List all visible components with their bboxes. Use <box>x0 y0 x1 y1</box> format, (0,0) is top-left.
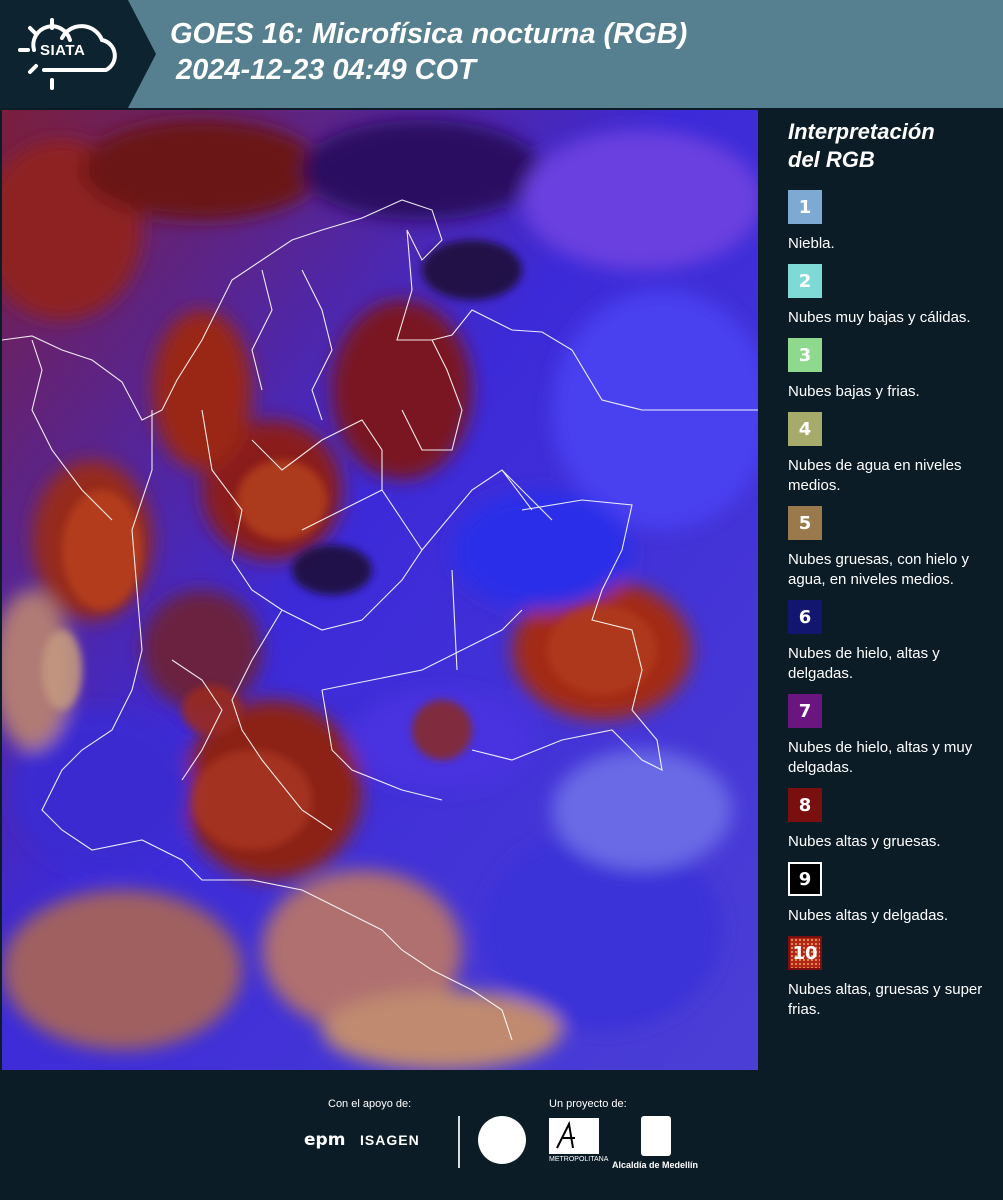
legend-item-7: 7 Nubes de hielo, altas y muy delgadas. <box>788 694 995 778</box>
legend-swatch-3: 3 <box>788 338 822 372</box>
isagen-logo: ISAGEN <box>360 1132 420 1148</box>
legend-label-10: Nubes altas, gruesas y super frias. <box>788 981 983 1018</box>
legend-swatch-10: 10 <box>788 936 822 970</box>
title-line-1: GOES 16: Microfísica nocturna (RGB) <box>170 18 688 50</box>
legend-swatch-7: 7 <box>788 694 822 728</box>
legend-swatch-4: 4 <box>788 412 822 446</box>
legend-label-2: Nubes muy bajas y cálidas. <box>788 309 971 326</box>
legend-item-9: 9 Nubes altas y delgadas. <box>788 862 995 926</box>
legend-items: 1 Niebla. 2 Nubes muy bajas y cálidas. 3 Nube… <box>770 190 995 1020</box>
legend-swatch-9: 9 <box>788 862 822 896</box>
legend-label-7: Nubes de hielo, altas y muy delgadas. <box>788 739 973 776</box>
legend-label-1: Niebla. <box>788 235 835 252</box>
legend-swatch-6: 6 <box>788 600 822 634</box>
legend-title-line-2: del RGB <box>788 147 875 172</box>
satellite-map[interactable] <box>2 110 758 1070</box>
support-label: Con el apoyo de: <box>328 1098 412 1110</box>
legend-item-8: 8 Nubes altas y gruesas. <box>788 788 995 852</box>
legend-item-10: 10 Nubes altas, gruesas y super frias. <box>788 936 995 1020</box>
legend-label-3: Nubes bajas y frias. <box>788 383 920 400</box>
legend-title-line-1: Interpretación <box>788 119 935 144</box>
legend-swatch-5: 5 <box>788 506 822 540</box>
legend-item-5: 5 Nubes gruesas, con hielo y agua, en niv… <box>788 506 995 590</box>
legend-item-2: 2 Nubes muy bajas y cálidas. <box>788 264 995 328</box>
legend-item-3: 3 Nubes bajas y frias. <box>788 338 995 402</box>
legend-label-4: Nubes de agua en niveles medios. <box>788 457 962 494</box>
legend-swatch-2: 2 <box>788 264 822 298</box>
footer: Con el apoyo de: epm ISAGEN Un proyecto … <box>0 1072 1003 1200</box>
logo-text: SIATA <box>40 42 86 59</box>
satellite-image <box>2 110 758 1070</box>
legend-label-9: Nubes altas y delgadas. <box>788 907 949 924</box>
legend-swatch-1: 1 <box>788 190 822 224</box>
logo-arrow <box>128 0 156 108</box>
alcaldia-text: Alcaldía de Medellín <box>612 1160 699 1170</box>
legend-label-5: Nubes gruesas, con hielo y agua, en nive… <box>788 551 969 588</box>
footer-divider <box>458 1116 460 1168</box>
project-label: Un proyecto de: <box>549 1098 627 1110</box>
alcaldia-shield-icon <box>641 1116 671 1156</box>
epm-logo: epm <box>304 1130 346 1150</box>
legend-item-6: 6 Nubes de hielo, altas y delgadas. <box>788 600 995 684</box>
legend-label-8: Nubes altas y gruesas. <box>788 833 941 850</box>
area-text: METROPOLITANA <box>549 1156 609 1163</box>
page-title: GOES 16: Microfísica nocturna (RGB) 2024… <box>170 16 687 88</box>
title-line-2: 2024-12-23 04:49 COT <box>176 54 476 86</box>
legend: Interpretación del RGB 1 Niebla. 2 Nubes mu… <box>770 118 995 1030</box>
legend-title: Interpretación del RGB <box>788 118 995 174</box>
legend-item-4: 4 Nubes de agua en niveles medios. <box>788 412 995 496</box>
legend-swatch-8: 8 <box>788 788 822 822</box>
medellin-seal-icon <box>478 1116 526 1164</box>
siata-logo[interactable]: SIATA <box>0 0 128 108</box>
legend-item-1: 1 Niebla. <box>788 190 995 254</box>
legend-label-6: Nubes de hielo, altas y delgadas. <box>788 645 940 682</box>
header: SIATA GOES 16: Microfísica nocturna (RGB… <box>0 0 1003 108</box>
